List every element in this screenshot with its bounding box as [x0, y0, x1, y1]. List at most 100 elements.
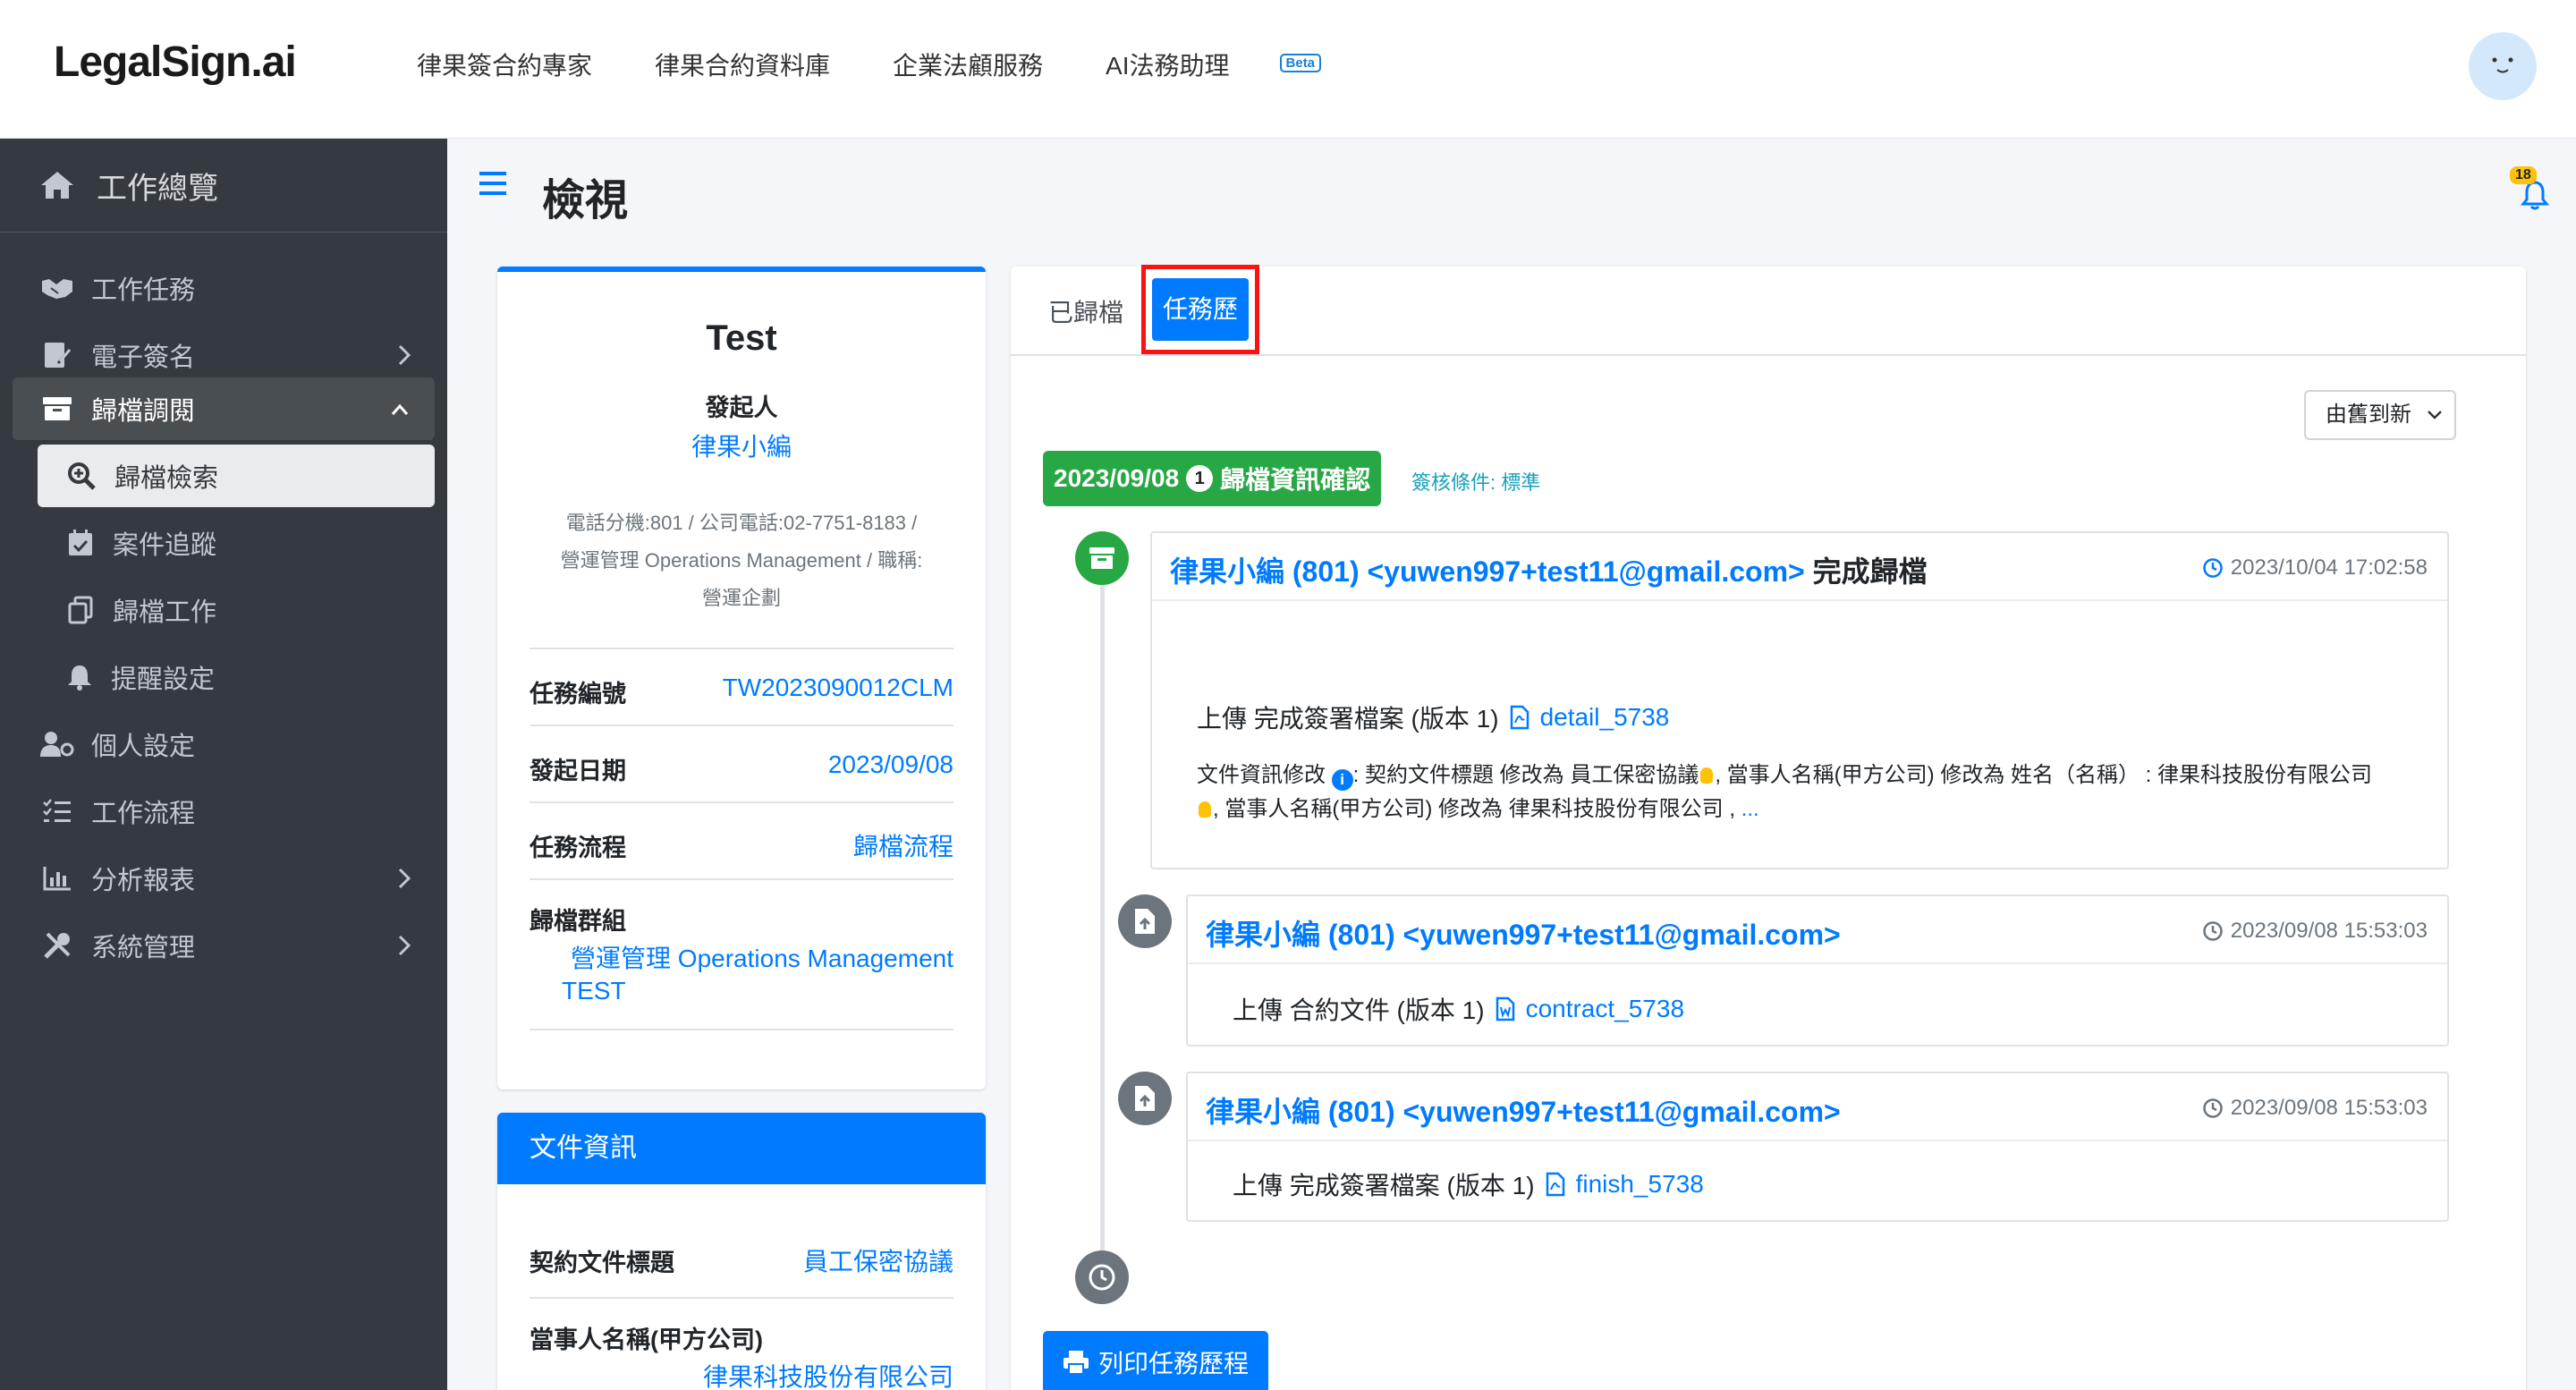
- entry-header: 律果小編 (801) <yuwen997+test11@gmail.com> 2…: [1188, 896, 2447, 964]
- user-cog-icon: [40, 732, 74, 757]
- detail-prefix: 文件資訊修改: [1197, 763, 1326, 787]
- stage-date-badge: 2023/09/08 1 歸檔資訊確認: [1043, 451, 1382, 506]
- pdf-file-icon: [1546, 1172, 1564, 1197]
- sidebar-item-label: 歸檔調閱: [91, 397, 196, 426]
- sidebar-item-system[interactable]: 系統管理: [0, 914, 447, 977]
- start-date-row: 發起日期 2023/09/08: [530, 725, 953, 801]
- sidebar-item-archive[interactable]: 歸檔調閱: [13, 377, 435, 440]
- nav-ai-assistant[interactable]: AI法務助理 Beta: [1106, 47, 1322, 82]
- entry-header: 律果小編 (801) <yuwen997+test11@gmail.com> 完…: [1152, 533, 2447, 601]
- entry-header: 律果小編 (801) <yuwen997+test11@gmail.com> 2…: [1188, 1073, 2447, 1141]
- sidebar-item-archive-work[interactable]: 歸檔工作: [38, 579, 435, 641]
- print-history-button[interactable]: 列印任務歷程: [1043, 1331, 1269, 1390]
- archive-icon: [1089, 547, 1114, 569]
- entry-actor[interactable]: 律果小編 (801) <yuwen997+test11@gmail.com> 完…: [1170, 549, 1928, 590]
- start-date-label: 發起日期: [530, 758, 626, 784]
- sidebar-item-personal[interactable]: 個人設定: [0, 713, 447, 776]
- tab-task-history[interactable]: 任務歷程: [1152, 278, 1249, 386]
- page-title: 檢視: [542, 177, 629, 225]
- archive-group-value[interactable]: TEST: [562, 977, 626, 1005]
- party-value[interactable]: 律果科技股份有限公司: [703, 1358, 953, 1390]
- upload-file-marker: [1118, 1072, 1172, 1125]
- workflow-value[interactable]: 歸檔流程: [853, 827, 953, 863]
- tasks-list-icon: [43, 799, 71, 822]
- print-icon: [1063, 1351, 1089, 1375]
- approval-condition: 簽核條件: 標準: [1411, 471, 1541, 494]
- entry-action: 完成歸檔: [1804, 555, 1928, 588]
- stage-number: 1: [1186, 465, 1214, 492]
- sidebar-item-label: 工作任務: [91, 276, 196, 305]
- info-icon[interactable]: i: [1331, 769, 1353, 791]
- tools-icon: [44, 932, 71, 959]
- archive-group-label: 歸檔群組: [530, 908, 626, 935]
- beta-badge: Beta: [1279, 54, 1322, 72]
- detail-text: : 契約文件標題 修改為 員工保密協議: [1352, 763, 1699, 787]
- timeline-entry: 律果小編 (801) <yuwen997+test11@gmail.com> 完…: [1150, 531, 2449, 869]
- sidebar-item-label: 分析報表: [91, 867, 196, 895]
- party-row: 當事人名稱(甲方公司) 律果科技股份有限公司: [530, 1297, 953, 1390]
- entry-time-value: 2023/09/08 15:53:03: [2230, 919, 2428, 943]
- sidebar-item-reports[interactable]: 分析報表: [0, 847, 447, 910]
- archive-group-row: 歸檔群組 營運管理 Operations Management TEST: [530, 878, 953, 1030]
- task-number-value[interactable]: TW2023090012CLM: [723, 674, 953, 702]
- doc-title-value[interactable]: 員工保密協議: [803, 1242, 953, 1278]
- entry-file-line: 上傳 完成簽署檔案 (版本 1) finish_5738: [1233, 1166, 1704, 1202]
- lightbulb-icon: [1199, 801, 1211, 818]
- contact-line: 營運企劃: [701, 587, 781, 609]
- nav-ai-assistant-label: AI法務助理: [1106, 52, 1230, 80]
- task-history-panel: 已歸檔 任務歷程 由舊到新 2023/09/08 1 歸檔資訊確認 簽核條件: …: [1011, 265, 2526, 1390]
- task-info-card: Test 發起人 律果小編 電話分機:801 / 公司電話:02-7751-81…: [497, 267, 986, 1089]
- notification-count-badge: 18: [2510, 166, 2537, 184]
- initiator-name-link[interactable]: 律果小編: [497, 428, 986, 463]
- entry-time-value: 2023/09/08 15:53:03: [2230, 1096, 2428, 1120]
- print-history-label: 列印任務歷程: [1098, 1350, 1250, 1377]
- entry-actor[interactable]: 律果小編 (801) <yuwen997+test11@gmail.com>: [1206, 1089, 1841, 1131]
- nav-legal-service[interactable]: 企業法顧服務: [893, 47, 1043, 82]
- sidebar-item-label: 工作流程: [91, 800, 196, 828]
- sidebar-item-overview[interactable]: 工作總覽: [0, 139, 447, 233]
- sidebar-item-label: 個人設定: [91, 733, 196, 761]
- detail-text: , 當事人名稱(甲方公司) 修改為 姓名（名稱） : 律果科技股份有限公司: [1715, 763, 2373, 787]
- clock-icon: [2203, 1098, 2223, 1118]
- doc-title-row: 契約文件標題 員工保密協議: [530, 1220, 953, 1297]
- file-upload-icon: [1135, 909, 1155, 934]
- sort-order-select[interactable]: 由舊到新: [2304, 390, 2456, 440]
- brand-logo[interactable]: LegalSign.ai: [54, 38, 297, 87]
- calendar-check-icon: [69, 530, 92, 555]
- sidebar-item-archive-search[interactable]: 歸檔檢索: [38, 445, 435, 507]
- initiator-contact: 電話分機:801 / 公司電話:02-7751-8183 / 營運管理 Oper…: [542, 504, 941, 617]
- workflow-row: 任務流程 歸檔流程: [530, 801, 953, 878]
- handshake-icon: [42, 279, 72, 299]
- start-date-value[interactable]: 2023/09/08: [828, 750, 953, 779]
- contact-line: 營運管理 Operations Management / 職稱:: [560, 549, 923, 572]
- sidebar-item-workflow[interactable]: 工作流程: [0, 780, 447, 843]
- entry-file-line: 上傳 合約文件 (版本 1) contract_5738: [1233, 991, 1684, 1027]
- chevron-right-icon: [398, 344, 411, 366]
- party-label: 當事人名稱(甲方公司): [530, 1326, 763, 1353]
- sidebar-item-tasks[interactable]: 工作任務: [0, 257, 447, 319]
- nav-contract-database[interactable]: 律果合約資料庫: [655, 47, 830, 82]
- nav-contract-expert[interactable]: 律果簽合約專家: [417, 47, 592, 82]
- sidebar-header-label: 工作總覽: [97, 171, 218, 206]
- user-avatar[interactable]: [2469, 32, 2537, 100]
- upload-file-marker: [1118, 894, 1172, 948]
- document-info-header: 文件資訊: [497, 1113, 986, 1184]
- hamburger-menu-icon[interactable]: [479, 170, 508, 197]
- entry-file-link[interactable]: finish_5738: [1576, 1170, 1704, 1199]
- archive-complete-marker: [1075, 531, 1129, 585]
- detail-text: , 當事人名稱(甲方公司) 修改為 律果科技股份有限公司 ,: [1213, 797, 1735, 821]
- document-info-card: 文件資訊 契約文件標題 員工保密協議 當事人名稱(甲方公司) 律果科技股份有限公…: [497, 1113, 986, 1390]
- tab-archived[interactable]: 已歸檔: [1048, 293, 1123, 329]
- entry-file-link[interactable]: detail_5738: [1540, 703, 1670, 732]
- entry-actor[interactable]: 律果小編 (801) <yuwen997+test11@gmail.com>: [1206, 912, 1841, 954]
- detail-more-link[interactable]: ...: [1741, 797, 1759, 821]
- archive-icon: [43, 397, 72, 420]
- workflow-label: 任務流程: [530, 835, 626, 861]
- sidebar-item-case-tracking[interactable]: 案件追蹤: [38, 512, 435, 574]
- chevron-right-icon: [398, 935, 411, 956]
- archive-group-value[interactable]: 營運管理 Operations Management: [571, 939, 953, 975]
- sidebar-item-reminder[interactable]: 提醒設定: [38, 646, 435, 708]
- entry-time-value: 2023/10/04 17:02:58: [2230, 555, 2428, 580]
- bell-icon: [68, 665, 91, 691]
- entry-file-link[interactable]: contract_5738: [1526, 995, 1684, 1023]
